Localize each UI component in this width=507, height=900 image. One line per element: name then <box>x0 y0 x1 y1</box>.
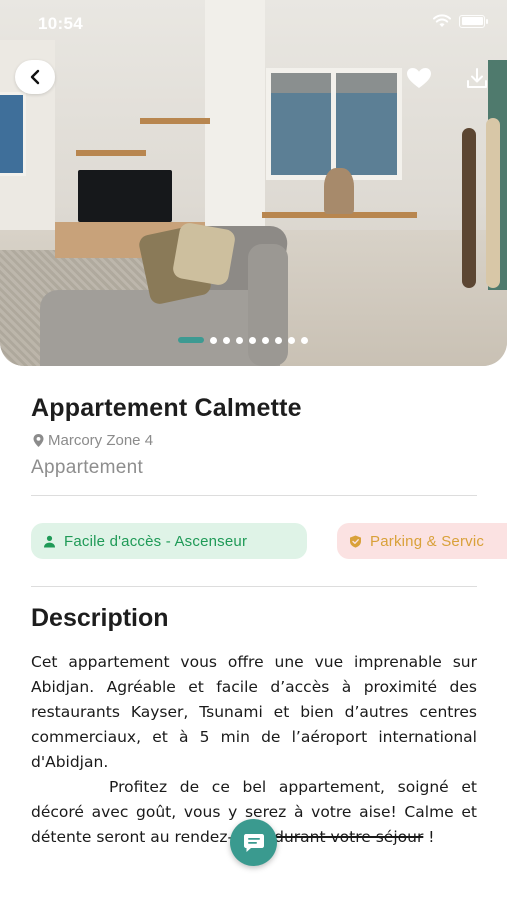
carousel-dot[interactable] <box>262 336 269 344</box>
pillow <box>171 221 237 287</box>
struck-text: durant votre séjour <box>274 828 424 846</box>
feature-chip-label: Facile d'accès - Ascenseur <box>64 532 248 550</box>
carousel-dot[interactable] <box>301 336 308 344</box>
window <box>266 68 402 180</box>
carousel-dot[interactable] <box>275 336 282 344</box>
carousel-dot[interactable] <box>236 336 243 344</box>
status-icons <box>433 14 488 28</box>
feature-chip-access[interactable]: Facile d'accès - Ascenseur <box>31 523 307 559</box>
carousel-dot[interactable] <box>210 336 217 344</box>
sculpture <box>462 128 476 288</box>
wifi-icon <box>433 14 451 27</box>
divider <box>31 586 477 587</box>
back-button[interactable] <box>15 60 55 94</box>
carousel-dot-active[interactable] <box>178 337 204 343</box>
chat-bubble-icon <box>243 833 264 852</box>
chevron-left-icon <box>30 69 40 85</box>
statue <box>324 168 354 214</box>
battery-icon <box>459 14 488 28</box>
description-paragraph: Cet appartement vous offre une vue impre… <box>31 653 477 771</box>
location-label: Marcory Zone 4 <box>48 432 154 449</box>
listing-location: Marcory Zone 4 <box>32 432 153 449</box>
description-text-span: ! <box>423 828 435 846</box>
download-button[interactable] <box>462 64 492 92</box>
listing-type: Appartement <box>31 457 144 478</box>
status-bar: 10:54 <box>0 0 507 50</box>
favorite-button[interactable] <box>404 64 434 92</box>
heart-icon <box>407 68 431 88</box>
window <box>0 92 26 176</box>
divider <box>31 495 477 496</box>
carousel-dot[interactable] <box>249 336 256 344</box>
shield-icon <box>350 535 361 548</box>
listing-title: Appartement Calmette <box>31 394 302 422</box>
carousel-indicator[interactable] <box>178 336 308 344</box>
shelf <box>76 150 146 156</box>
television <box>78 170 172 222</box>
carousel-dot[interactable] <box>288 336 295 344</box>
sofa-arm <box>248 244 288 366</box>
chat-button[interactable] <box>230 819 277 866</box>
property-photo[interactable] <box>0 0 507 366</box>
feature-chips[interactable]: Facile d'accès - Ascenseur Parking & Ser… <box>31 523 507 561</box>
person-icon <box>44 535 55 547</box>
location-pin-icon <box>33 434 44 447</box>
feature-chip-parking[interactable]: Parking & Servic <box>337 523 507 559</box>
sculpture <box>486 118 500 288</box>
shelf <box>140 118 210 124</box>
feature-chip-label: Parking & Servic <box>370 532 485 550</box>
carousel-dot[interactable] <box>223 336 230 344</box>
description-heading: Description <box>31 604 169 632</box>
status-time: 10:54 <box>38 14 83 33</box>
download-icon <box>467 68 487 88</box>
